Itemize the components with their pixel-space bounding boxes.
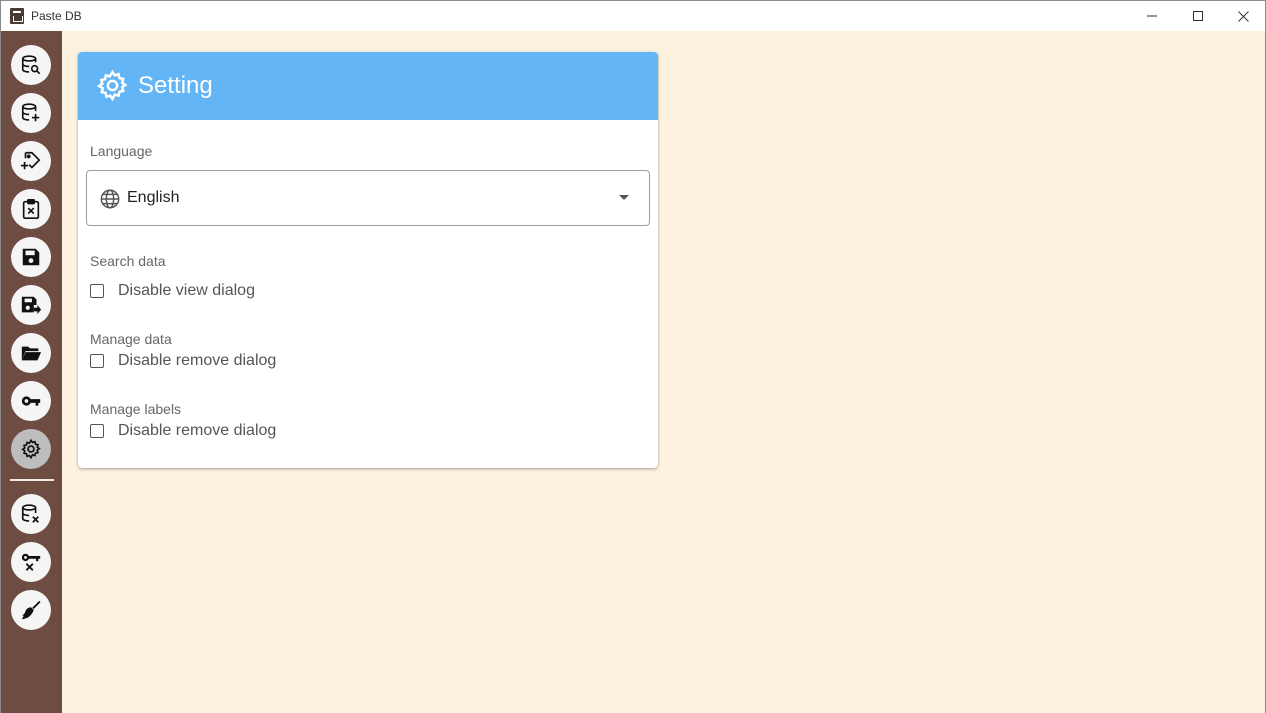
minimize-icon xyxy=(1147,15,1157,17)
sidebar-item-clean[interactable] xyxy=(11,590,51,630)
database-remove-icon xyxy=(21,504,39,523)
manage-labels-label: Manage labels xyxy=(90,401,182,417)
manage-data-disable-remove-label: Disable remove dialog xyxy=(118,352,277,369)
disable-view-dialog-label: Disable view dialog xyxy=(118,282,255,299)
close-icon xyxy=(1237,10,1249,22)
database-plus-icon xyxy=(21,103,40,122)
disable-view-dialog-option[interactable]: Disable view dialog xyxy=(90,280,255,302)
clipboard-x-icon xyxy=(22,199,40,219)
window-title: Paste DB xyxy=(31,9,82,23)
settings-card: Setting Language English Search data Dis… xyxy=(78,52,658,468)
page-title: Setting xyxy=(138,72,213,99)
database-search-icon xyxy=(21,55,41,75)
manage-data-disable-remove-checkbox[interactable] xyxy=(90,354,104,368)
close-button[interactable] xyxy=(1220,1,1266,31)
gear-icon xyxy=(21,438,41,460)
sidebar-item-key[interactable] xyxy=(11,381,51,421)
app-window: Paste DB Setting Language English Search… xyxy=(0,0,1266,713)
globe-icon xyxy=(100,189,120,209)
sidebar-item-add-data[interactable] xyxy=(11,93,51,133)
sidebar xyxy=(1,31,62,713)
sidebar-divider xyxy=(10,479,54,481)
broom-icon xyxy=(21,600,41,620)
chevron-down-icon xyxy=(619,195,629,200)
sidebar-item-add-label[interactable] xyxy=(11,141,51,181)
title-bar: Paste DB xyxy=(1,1,1265,31)
search-data-label: Search data xyxy=(90,253,166,269)
sidebar-item-save[interactable] xyxy=(11,237,51,277)
app-logo-icon xyxy=(10,8,24,24)
main-content: Setting Language English Search data Dis… xyxy=(62,31,1265,713)
settings-gear-icon xyxy=(96,69,128,102)
sidebar-item-search-data[interactable] xyxy=(11,45,51,85)
sidebar-item-open-folder[interactable] xyxy=(11,333,51,373)
manage-labels-disable-remove-option[interactable]: Disable remove dialog xyxy=(90,420,276,442)
sidebar-item-remove-key[interactable] xyxy=(11,542,51,582)
disable-view-dialog-checkbox[interactable] xyxy=(90,284,104,298)
sidebar-item-settings[interactable] xyxy=(11,429,51,469)
manage-labels-disable-remove-checkbox[interactable] xyxy=(90,424,104,438)
language-value: English xyxy=(127,189,180,206)
manage-data-label: Manage data xyxy=(90,331,172,347)
manage-data-disable-remove-option[interactable]: Disable remove dialog xyxy=(90,350,276,372)
language-label: Language xyxy=(90,143,153,159)
sidebar-item-clipboard-remove[interactable] xyxy=(11,189,51,229)
minimize-button[interactable] xyxy=(1129,1,1175,31)
key-icon xyxy=(21,396,41,406)
settings-header: Setting xyxy=(78,52,658,120)
sidebar-item-save-as[interactable] xyxy=(11,285,51,325)
manage-labels-disable-remove-label: Disable remove dialog xyxy=(118,422,277,439)
tag-plus-icon xyxy=(20,151,41,170)
maximize-button[interactable] xyxy=(1175,1,1221,31)
language-select[interactable]: English xyxy=(86,170,650,226)
folder-open-icon xyxy=(21,346,42,361)
maximize-icon xyxy=(1193,11,1203,21)
key-remove-icon xyxy=(21,553,41,571)
sidebar-item-remove-database[interactable] xyxy=(11,494,51,534)
save-icon xyxy=(22,248,40,266)
save-move-icon xyxy=(21,296,42,315)
